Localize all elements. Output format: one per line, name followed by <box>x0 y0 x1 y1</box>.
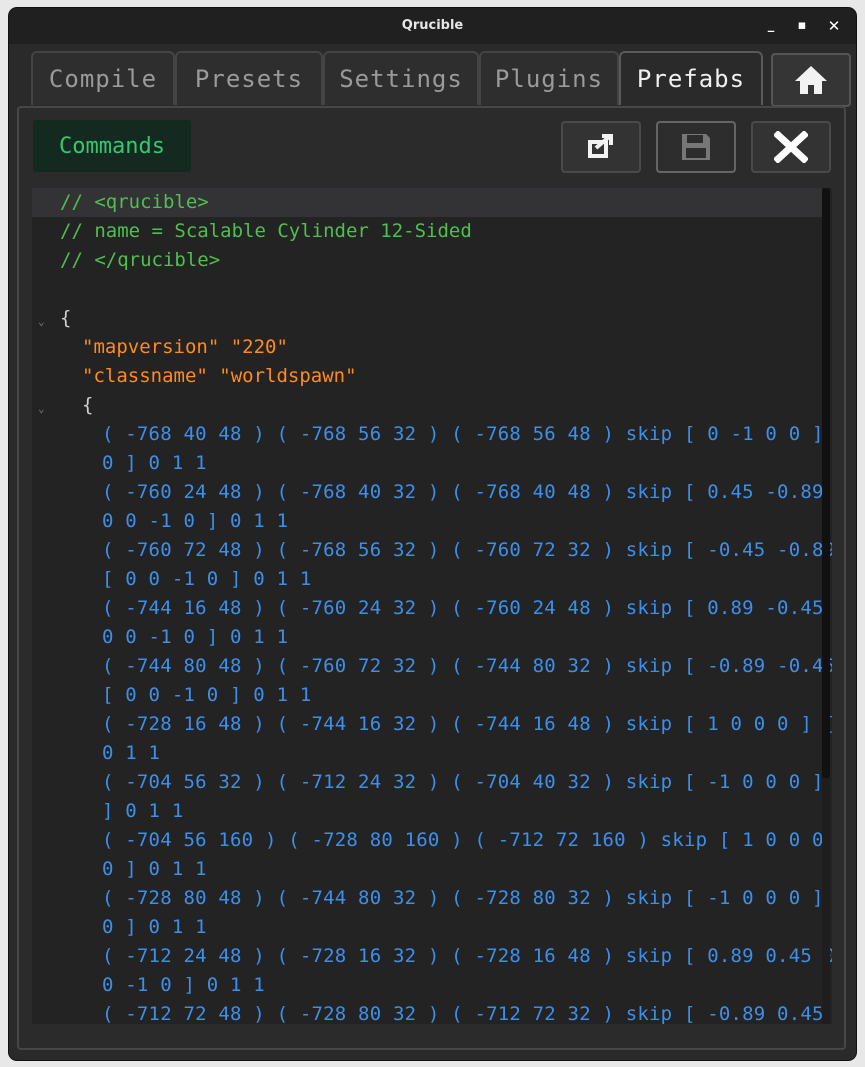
scrollbar-thumb[interactable] <box>822 188 830 778</box>
brush-line: ( -744 16 48 ) ( -760 24 32 ) ( -760 24 … <box>102 597 824 619</box>
fold-arrow-icon[interactable]: ⌄ <box>38 402 45 415</box>
brush-line: [ 0 0 -1 0 ] 0 1 1 <box>102 684 312 706</box>
tab-compile[interactable]: Compile <box>31 51 175 105</box>
code-property: "mapversion" "220" <box>82 336 288 358</box>
brush-line: ( -744 80 48 ) ( -760 72 32 ) ( -744 80 … <box>102 655 832 677</box>
brush-line: ( -704 56 32 ) ( -712 24 32 ) ( -704 40 … <box>102 771 824 793</box>
window-title: Qrucible <box>401 18 464 33</box>
brush-line: ( -760 72 48 ) ( -768 56 32 ) ( -760 72 … <box>102 539 832 561</box>
brush-line: [ 0 0 -1 0 ] 0 1 1 <box>102 568 312 590</box>
tab-presets[interactable]: Presets <box>175 51 323 105</box>
home-icon <box>795 66 827 94</box>
brush-line: ( -728 80 48 ) ( -744 80 32 ) ( -728 80 … <box>102 887 824 909</box>
export-button[interactable] <box>561 121 641 173</box>
brush-line: ( -712 24 48 ) ( -728 16 32 ) ( -728 16 … <box>102 945 832 967</box>
close-panel-button[interactable] <box>751 121 831 173</box>
minimize-button[interactable]: _ <box>761 16 781 36</box>
maximize-button[interactable]: ▪ <box>792 16 812 36</box>
code-brace: { <box>82 394 94 416</box>
brush-line: ( -712 72 48 ) ( -728 80 32 ) ( -712 72 … <box>102 1003 824 1024</box>
tab-prefabs[interactable]: Prefabs <box>619 51 763 105</box>
close-window-button[interactable]: ✕ <box>824 16 844 36</box>
code-comment: // </qrucible> <box>60 249 221 271</box>
brush-line: ( -704 56 160 ) ( -728 80 160 ) ( -712 7… <box>102 829 824 851</box>
fold-arrow-icon[interactable]: ⌄ <box>38 315 45 328</box>
code-comment: // name = Scalable Cylinder 12-Sided <box>60 220 472 242</box>
brush-line: 0 ] 0 1 1 <box>102 916 207 938</box>
brush-line: 0 ] 0 1 1 <box>102 452 207 474</box>
brush-line: 0 0 -1 0 ] 0 1 1 <box>102 510 289 532</box>
brush-line: ( -768 40 48 ) ( -768 56 32 ) ( -768 56 … <box>102 423 824 445</box>
code-editor[interactable]: // <qrucible> // name = Scalable Cylinde… <box>32 188 832 1024</box>
brush-line: 0 0 -1 0 ] 0 1 1 <box>102 626 289 648</box>
brush-line: 0 ] 0 1 1 <box>102 858 207 880</box>
export-icon <box>588 134 613 158</box>
home-button[interactable] <box>771 53 851 107</box>
brush-line: ] 0 1 1 <box>102 800 184 822</box>
tab-plugins[interactable]: Plugins <box>479 51 619 105</box>
app-window: Qrucible _ ▪ ✕ Compile Presets Settings … <box>9 8 856 1060</box>
save-button[interactable] <box>656 121 736 173</box>
brush-line: 0 1 1 <box>102 742 161 764</box>
brush-line: ( -760 24 48 ) ( -768 40 32 ) ( -768 40 … <box>102 481 824 503</box>
close-icon <box>774 131 808 163</box>
title-bar[interactable]: Qrucible _ ▪ ✕ <box>9 8 856 44</box>
save-icon <box>682 134 710 160</box>
brush-line: ( -728 16 48 ) ( -744 16 32 ) ( -744 16 … <box>102 713 832 735</box>
commands-label: Commands <box>33 120 191 172</box>
tab-settings[interactable]: Settings <box>323 51 479 105</box>
brush-line: 0 -1 0 ] 0 1 1 <box>102 974 265 996</box>
code-property: "classname" "worldspawn" <box>82 365 357 387</box>
code-brace: { <box>60 307 72 329</box>
prefab-panel: Commands // <qrucible> // name = Scalabl… <box>17 106 846 1050</box>
code-comment: // <qrucible> <box>60 191 209 213</box>
